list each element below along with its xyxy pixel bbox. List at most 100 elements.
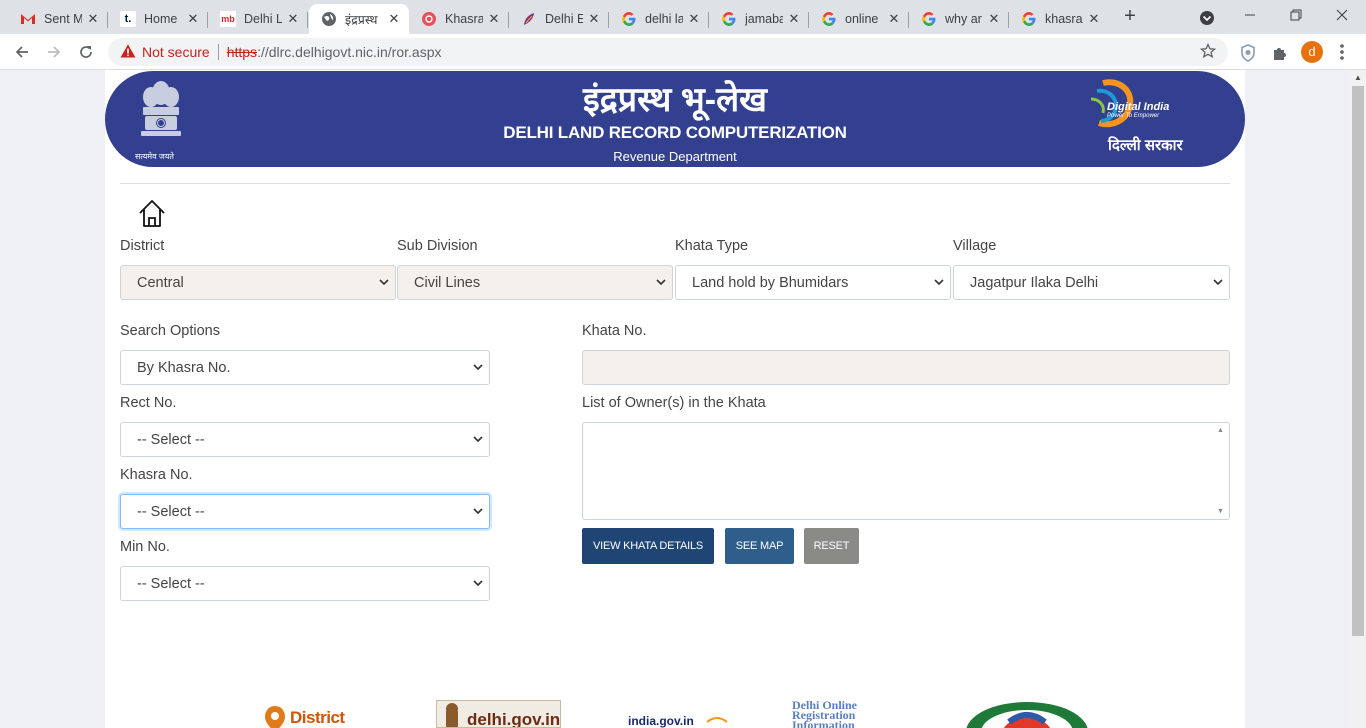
khasra-no-label: Khasra No.	[120, 467, 193, 483]
red-globe-icon	[421, 11, 437, 27]
village-select[interactable]: Jagatpur Ilaka Delhi	[953, 265, 1230, 300]
district-select[interactable]: Central	[120, 265, 396, 300]
close-tab-icon[interactable]: ✕	[286, 11, 300, 27]
close-tab-icon[interactable]: ✕	[987, 11, 1001, 27]
address-bar[interactable]: Not secure https ://dlrc.delhigovt.nic.i…	[108, 38, 1228, 66]
minimize-icon[interactable]	[1230, 4, 1270, 28]
tab-google-3[interactable]: online ✕	[809, 4, 909, 34]
tab-khasra[interactable]: Khasra ✕	[409, 4, 509, 34]
seal-logo[interactable]	[964, 700, 1090, 728]
search-options-select[interactable]: By Khasra No.	[120, 350, 490, 385]
close-tab-icon[interactable]: ✕	[186, 11, 200, 27]
menu-kebab-icon[interactable]	[1339, 43, 1345, 61]
shield-extension-icon[interactable]	[1238, 43, 1258, 63]
delhi-gov-logo[interactable]: delhi.gov.in	[436, 700, 561, 728]
tab-delhi-e[interactable]: Delhi E ✕	[509, 4, 609, 34]
see-map-button[interactable]: SEE MAP	[725, 528, 794, 564]
scroll-up-icon[interactable]: ▲	[1217, 427, 1224, 434]
sub-division-select[interactable]: Civil Lines	[397, 265, 673, 300]
scroll-down-icon[interactable]: ▼	[1217, 508, 1224, 515]
bookmark-star-icon[interactable]	[1199, 42, 1217, 62]
scroll-up-icon[interactable]: ▲	[1350, 70, 1366, 86]
khata-type-select[interactable]: Land hold by Bhumidars	[675, 265, 951, 300]
home-icon[interactable]	[137, 198, 167, 228]
close-tab-icon[interactable]: ✕	[86, 11, 100, 27]
district-value: Central	[137, 274, 184, 291]
delhi-gov-text: delhi.gov.in	[467, 710, 561, 728]
tab-title: इंद्रप्रस्थ	[345, 12, 378, 27]
district-delhi-text: District Delhi	[290, 708, 345, 727]
tab-google-2[interactable]: jamaba ✕	[709, 4, 809, 34]
reload-icon[interactable]	[74, 40, 98, 64]
extensions-puzzle-icon[interactable]	[1270, 43, 1290, 63]
tab-tumblr[interactable]: t. Home ✕	[108, 4, 208, 34]
new-tab-button[interactable]: +	[1118, 5, 1142, 29]
close-tab-icon[interactable]: ✕	[587, 11, 601, 27]
min-no-label: Min No.	[120, 539, 170, 555]
close-window-icon[interactable]	[1322, 4, 1362, 28]
digital-india-text: Digital India	[1107, 101, 1170, 113]
chevron-down-icon	[473, 508, 483, 515]
close-tab-icon[interactable]: ✕	[1087, 11, 1101, 27]
tab-gmail[interactable]: Sent M ✕	[8, 4, 108, 34]
tab-google-4[interactable]: why ar ✕	[909, 4, 1009, 34]
khata-no-label: Khata No.	[582, 323, 647, 339]
close-tab-icon[interactable]: ✕	[887, 11, 901, 27]
restore-icon[interactable]	[1276, 4, 1316, 28]
tab-search-icon[interactable]	[1197, 8, 1217, 28]
district-delhi-logo[interactable]: District Delhi	[262, 700, 386, 728]
close-tab-icon[interactable]: ✕	[687, 11, 701, 27]
khata-no-input[interactable]	[582, 350, 1230, 385]
reset-button[interactable]: RESET	[804, 528, 859, 564]
india-gov-logo[interactable]: india.gov.in	[622, 700, 734, 728]
owners-textarea[interactable]: ▲ ▼	[582, 422, 1230, 520]
close-tab-icon[interactable]: ✕	[387, 11, 401, 27]
tab-google-1[interactable]: delhi la ✕	[609, 4, 709, 34]
warning-icon[interactable]	[120, 44, 136, 61]
site-title-hindi: इंद्रप्रस्थ भू-लेख	[583, 81, 767, 119]
tab-magicbricks[interactable]: mb Delhi L ✕	[208, 4, 308, 34]
site-header-banner: सत्यमेव जयते इंद्रप्रस्थ भू-लेख DELHI LA…	[105, 71, 1245, 167]
min-no-select[interactable]: -- Select --	[120, 566, 490, 601]
dor-line-3: Information	[792, 718, 855, 728]
url-text: ://dlrc.delhigovt.nic.in/ror.aspx	[257, 44, 442, 60]
chevron-down-icon	[473, 580, 483, 587]
textarea-scrollbar[interactable]: ▲ ▼	[1213, 423, 1229, 519]
chevron-down-icon	[934, 279, 944, 286]
tab-strip: Sent M ✕ t. Home ✕ mb Delhi L ✕ इंद्रप्र…	[0, 0, 1366, 34]
view-khata-details-button[interactable]: VIEW KHATA DETAILS	[582, 528, 714, 564]
tab-title: Sent M	[44, 12, 82, 26]
close-tab-icon[interactable]: ✕	[487, 11, 501, 27]
profile-avatar[interactable]: d	[1301, 41, 1323, 63]
tab-title: Khasra	[445, 12, 483, 26]
google-icon	[621, 11, 637, 27]
google-icon	[1021, 11, 1037, 27]
tab-title: jamaba	[745, 12, 783, 26]
scrollbar-thumb[interactable]	[1352, 86, 1364, 636]
rect-no-select[interactable]: -- Select --	[120, 422, 490, 457]
google-icon	[821, 11, 837, 27]
delhi-online-registration-logo[interactable]: Delhi Online Registration Information	[790, 700, 910, 728]
tab-dlrc[interactable]: इंद्रप्रस्थ ✕	[309, 4, 409, 34]
google-icon	[921, 11, 937, 27]
url-scheme: https	[226, 44, 258, 60]
page-scrollbar[interactable]: ▲	[1350, 70, 1366, 728]
forward-icon[interactable]	[42, 40, 66, 64]
sub-division-label: Sub Division	[397, 238, 478, 254]
rect-no-value: -- Select --	[137, 431, 205, 448]
digital-india-tagline: Power To Empower	[1107, 113, 1160, 119]
tab-title: delhi la	[645, 12, 683, 26]
back-icon[interactable]	[10, 40, 34, 64]
khasra-no-select[interactable]: -- Select --	[120, 494, 490, 529]
not-secure-label[interactable]: Not secure	[142, 44, 210, 60]
site-title-english: DELHI LAND RECORD COMPUTERIZATION	[503, 123, 847, 142]
tab-title: Delhi E	[545, 12, 583, 26]
chevron-down-icon	[1213, 279, 1223, 286]
globe-icon	[321, 11, 337, 27]
district-label: District	[120, 238, 165, 254]
close-tab-icon[interactable]: ✕	[787, 11, 801, 27]
divider	[120, 183, 1230, 184]
browser-toolbar: Not secure https ://dlrc.delhigovt.nic.i…	[0, 34, 1366, 70]
tab-google-5[interactable]: khasra ✕	[1009, 4, 1109, 34]
owners-label: List of Owner(s) in the Khata	[582, 395, 766, 411]
